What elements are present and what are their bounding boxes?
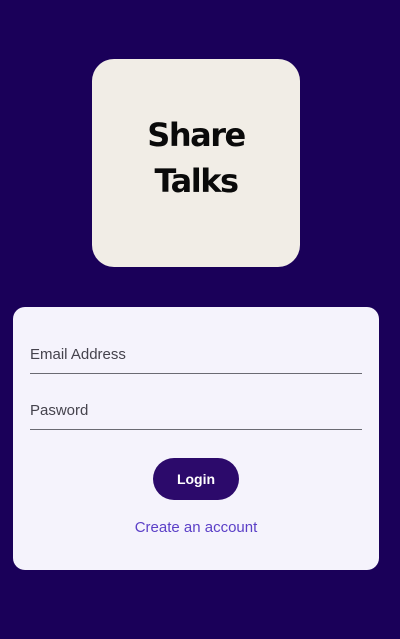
create-account-link[interactable]: Create an account: [13, 519, 379, 536]
login-button[interactable]: Login: [153, 458, 239, 500]
email-field[interactable]: [30, 335, 362, 373]
login-form-card: Login Create an account: [13, 307, 379, 570]
email-field-container: [30, 335, 362, 374]
logo-line-1: Share: [147, 116, 246, 154]
password-field[interactable]: [30, 391, 362, 429]
password-field-container: [30, 391, 362, 430]
app-logo: Share Talks: [92, 59, 300, 267]
logo-wordmark: Share Talks: [92, 112, 300, 204]
logo-line-2: Talks: [154, 162, 239, 200]
login-screen: Share Talks Login Create an account: [0, 0, 400, 639]
